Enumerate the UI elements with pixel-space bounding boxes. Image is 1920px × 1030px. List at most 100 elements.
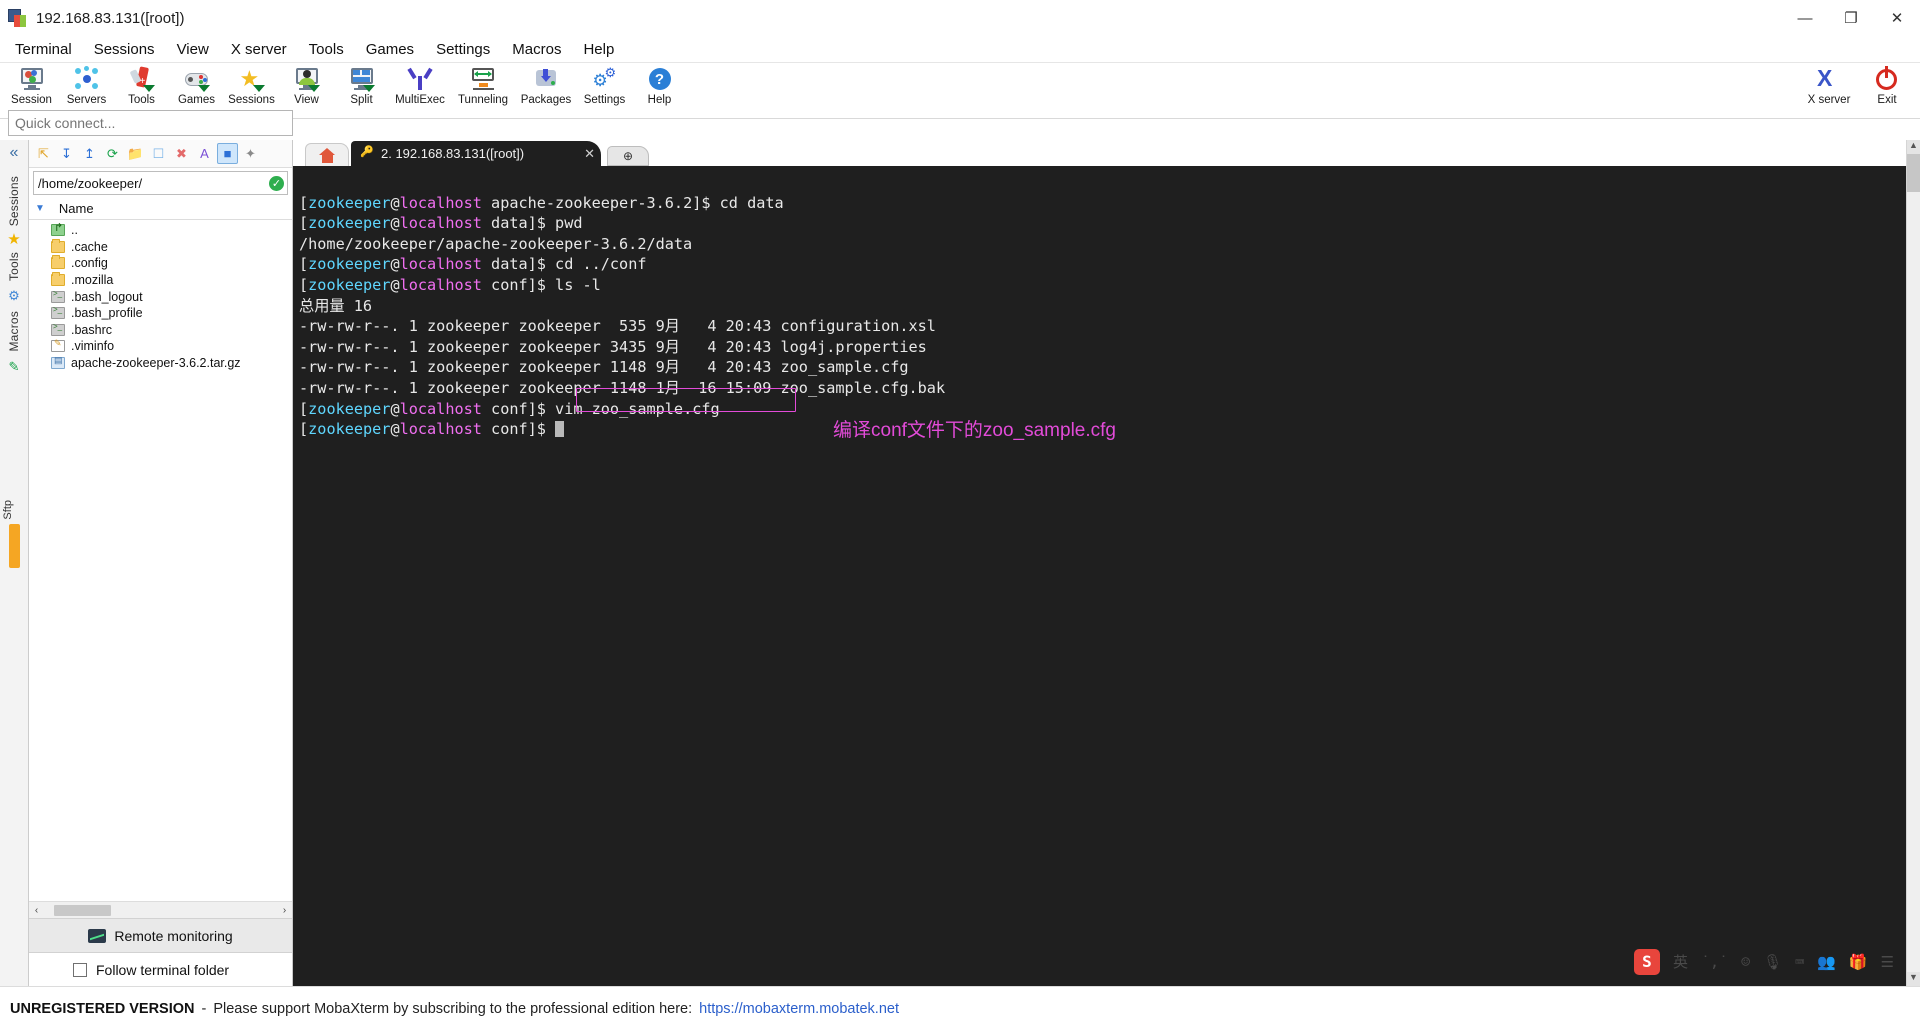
folder-icon: [51, 255, 65, 270]
toolbar-tunneling-button[interactable]: Tunneling: [451, 63, 515, 106]
list-item[interactable]: .viminfo: [29, 338, 292, 355]
terminal-line: -rw-rw-r--. 1 zookeeper zookeeper 1148 1…: [299, 378, 946, 397]
list-item[interactable]: .bash_profile: [29, 305, 292, 322]
sftp-file-list[interactable]: .. .cache .config .mozilla .bash_logout …: [29, 220, 292, 901]
sort-arrow-icon[interactable]: ▼: [35, 203, 45, 214]
delete-icon[interactable]: ✖: [171, 143, 192, 164]
minimize-button[interactable]: —: [1782, 0, 1828, 36]
terminal-output[interactable]: [zookeeper@localhost apache-zookeeper-3.…: [293, 166, 1920, 986]
new-tab-button[interactable]: ⊕: [607, 146, 649, 166]
list-item[interactable]: .config: [29, 255, 292, 272]
toolbar-help-button[interactable]: ? Help: [632, 63, 687, 106]
maximize-button[interactable]: ❐: [1828, 0, 1874, 36]
mobaxterm-link[interactable]: https://mobaxterm.mobatek.net: [699, 1001, 899, 1017]
menu-settings[interactable]: Settings: [425, 38, 501, 61]
ime-keyboard-icon[interactable]: ⌨: [1795, 952, 1804, 973]
file-name: apache-zookeeper-3.6.2.tar.gz: [71, 356, 241, 371]
toolbar-tools-button[interactable]: + Tools: [114, 63, 169, 106]
list-item[interactable]: .cache: [29, 238, 292, 256]
tab-session-1[interactable]: 2. 192.168.83.131([root]) ✕: [351, 141, 601, 166]
new-file-icon[interactable]: ☐: [148, 143, 169, 164]
binary-mode-icon[interactable]: ■: [217, 143, 238, 164]
toolbar-split-label: Split: [350, 94, 373, 106]
main-body: « Sessions ★ Tools ⚙ Macros ✎ Sftp ⇱ ↧ ↥…: [0, 140, 1920, 986]
toolbar-multiexec-label: MultiExec: [395, 94, 445, 106]
sftp-column-header[interactable]: ▼ Name: [29, 198, 292, 220]
scroll-thumb[interactable]: [54, 904, 111, 916]
ime-gift-icon[interactable]: 🎁: [1849, 952, 1868, 973]
ime-voice-icon[interactable]: 🎙: [1763, 952, 1782, 973]
tab-bar: 2. 192.168.83.131([root]) ✕ ⊕: [293, 140, 1920, 166]
go-up-folder-icon[interactable]: ⇱: [33, 143, 54, 164]
terminal-scrollbar[interactable]: ▲ ▼: [1906, 140, 1920, 986]
remote-monitoring-button[interactable]: Remote monitoring: [29, 918, 292, 952]
scroll-down-icon[interactable]: ▼: [1907, 972, 1920, 986]
menu-terminal[interactable]: Terminal: [4, 38, 83, 61]
list-item[interactable]: .mozilla: [29, 272, 292, 289]
ime-punctuation-icon[interactable]: ˙,˙: [1701, 952, 1728, 973]
document-file-icon: [51, 338, 65, 353]
toolbar-session-button[interactable]: Session: [4, 63, 59, 106]
ime-account-icon[interactable]: 👥: [1817, 952, 1836, 973]
terminal-line: 总用量 16: [299, 296, 372, 315]
new-folder-icon[interactable]: 📁: [125, 143, 146, 164]
sftp-path-field[interactable]: ✓: [33, 171, 288, 195]
menu-games[interactable]: Games: [355, 38, 425, 61]
list-item[interactable]: ..: [29, 221, 292, 239]
sftp-path-input[interactable]: [38, 175, 283, 191]
toolbar-settings-button[interactable]: ⚙ ⚙ Settings: [577, 63, 632, 106]
sftp-strip[interactable]: Sftp: [2, 500, 26, 568]
quick-connect-input[interactable]: [15, 115, 286, 131]
ribbon-tab-sessions[interactable]: Sessions: [7, 176, 21, 226]
toolbar-packages-button[interactable]: Packages: [515, 63, 577, 106]
scroll-track[interactable]: [44, 903, 277, 917]
refresh-icon[interactable]: ⟳: [102, 143, 123, 164]
upload-icon[interactable]: ↥: [79, 143, 100, 164]
toolbar-games-button[interactable]: Games: [169, 63, 224, 106]
toolbar-tunneling-label: Tunneling: [457, 94, 509, 106]
scroll-up-icon[interactable]: ▲: [1907, 140, 1920, 154]
ribbon-tab-tools[interactable]: Tools: [7, 252, 21, 281]
list-item[interactable]: .bash_logout: [29, 288, 292, 305]
download-icon[interactable]: ↧: [56, 143, 77, 164]
terminal-scroll-thumb[interactable]: [1907, 154, 1920, 192]
toolbar-split-button[interactable]: Split: [334, 63, 389, 106]
terminal-line: [zookeeper@localhost conf]$ vim zoo_samp…: [299, 399, 720, 418]
menu-help[interactable]: Help: [572, 38, 625, 61]
list-item[interactable]: .bashrc: [29, 322, 292, 339]
ime-menu-icon[interactable]: ☰: [1881, 952, 1894, 973]
menu-macros[interactable]: Macros: [501, 38, 572, 61]
sftp-horizontal-scrollbar[interactable]: ‹ ›: [29, 901, 292, 918]
menu-view[interactable]: View: [166, 38, 220, 61]
toolbar-view-button[interactable]: View: [279, 63, 334, 106]
toolbar-exit-button[interactable]: Exit: [1858, 63, 1916, 106]
ime-lang-icon[interactable]: 英: [1673, 952, 1688, 973]
follow-terminal-folder-checkbox[interactable]: [73, 962, 87, 977]
toolbar-servers-button[interactable]: Servers: [59, 63, 114, 106]
collapse-sidebar-icon[interactable]: «: [10, 144, 19, 162]
tab-label: 2. 192.168.83.131([root]): [381, 146, 525, 161]
terminal-line: -rw-rw-r--. 1 zookeeper zookeeper 535 9月…: [299, 317, 936, 336]
menu-tools[interactable]: Tools: [298, 38, 355, 61]
text-mode-icon[interactable]: A: [194, 143, 215, 164]
toolbar-xserver-button[interactable]: X X server: [1800, 63, 1858, 107]
home-tab[interactable]: [305, 143, 349, 166]
favorites-star-icon[interactable]: ★: [7, 230, 20, 248]
scroll-left-icon[interactable]: ‹: [29, 905, 44, 916]
ime-logo-icon[interactable]: S: [1633, 949, 1660, 975]
tab-close-icon[interactable]: ✕: [558, 146, 595, 162]
toolbar-multiexec-button[interactable]: MultiExec: [389, 63, 451, 106]
list-item[interactable]: apache-zookeeper-3.6.2.tar.gz: [29, 355, 292, 372]
ime-emoji-icon[interactable]: ☺: [1741, 952, 1750, 973]
ribbon-tab-macros[interactable]: Macros: [7, 311, 21, 352]
follow-terminal-folder-row[interactable]: Follow terminal folder: [29, 952, 292, 986]
toolbar-servers-label: Servers: [66, 94, 107, 106]
menu-xserver[interactable]: X server: [220, 38, 298, 61]
toolbar-sessions-button[interactable]: ★ Sessions: [224, 63, 279, 107]
menu-sessions[interactable]: Sessions: [83, 38, 166, 61]
edit-wand-icon[interactable]: ✦: [240, 143, 261, 164]
scroll-right-icon[interactable]: ›: [277, 905, 292, 916]
close-button[interactable]: ✕: [1874, 0, 1920, 36]
quick-connect-field[interactable]: [8, 110, 293, 136]
tools-icon: +: [129, 66, 155, 92]
